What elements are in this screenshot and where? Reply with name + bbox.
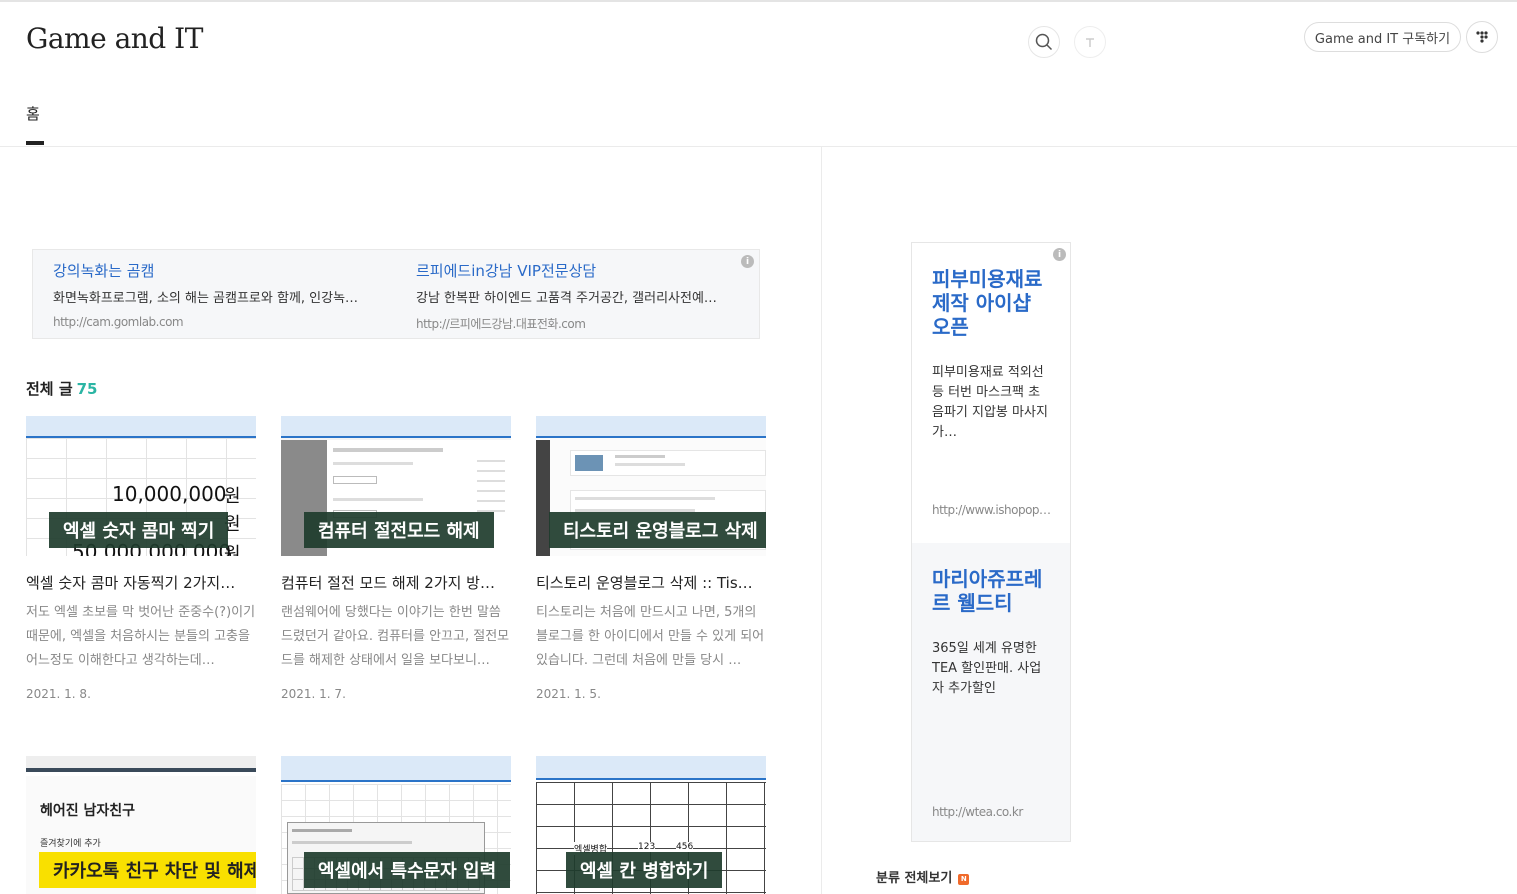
post-thumbnail[interactable]: 컴퓨터 절전모드 해제 <box>281 416 511 556</box>
post-summary[interactable]: 저도 엑셀 초보를 막 벗어난 준중수(?)이기 때문에, 엑셀을 처음하시는 … <box>26 601 256 673</box>
thumb-label: 카카오톡 친구 차단 및 해제 <box>39 852 256 888</box>
ad-title[interactable]: 르피에드in강남 VIP전문상담 <box>416 260 741 281</box>
thumb-sidebar-shape <box>536 440 550 556</box>
thumb-heading: 헤어진 남자친구 <box>40 803 136 819</box>
ad-desc[interactable]: 강남 한복판 하이엔드 고품격 주거공간, 갤러리사전예… <box>416 287 741 306</box>
thumb-header-band <box>536 416 766 438</box>
post-date: 2021. 1. 7. <box>281 687 346 701</box>
thumb-header-band <box>536 756 766 780</box>
ad-url[interactable]: http://르피에드강남.대표전화.com <box>416 315 741 332</box>
category-all-label[interactable]: 분류 전체보기 <box>876 871 952 886</box>
ad-banner: 강의녹화는 곰캠 화면녹화프로그램, 소의 해는 곰캠프로와 함께, 인강녹… … <box>32 249 760 339</box>
thumb-label: 엑셀 칸 병합하기 <box>566 852 723 888</box>
dots-grid-icon <box>1476 31 1488 43</box>
subscribe-button[interactable]: Game and IT 구독하기 <box>1304 22 1461 52</box>
thumb-label: 엑셀에서 특수문자 입력 <box>304 852 511 888</box>
post-title[interactable]: 컴퓨터 절전 모드 해제 2가지 방… <box>281 572 511 593</box>
search-button[interactable] <box>1028 26 1060 58</box>
thumb-label: 티스토리 운영블로그 삭제 <box>549 512 766 548</box>
side-ad-url[interactable]: http://www.ishopop… <box>932 503 1052 517</box>
side-ad-item[interactable]: 마리아쥬프레르 웰드티 365일 세계 유명한 TEA 할인판매. 사업자 추가… <box>912 567 1070 837</box>
section-title: 전체 글 75 <box>26 378 98 399</box>
header-divider <box>0 146 1517 147</box>
post-date: 2021. 1. 5. <box>536 687 601 701</box>
side-ad-item[interactable]: 피부미용재료 제작 아이샵 오픈 피부미용재료 적외선등 터번 마스크팩 초음파… <box>912 267 1070 543</box>
side-ad-desc[interactable]: 피부미용재료 적외선등 터번 마스크팩 초음파기 지압봉 마사지가… <box>932 363 1050 443</box>
search-icon <box>1035 33 1053 51</box>
post-card[interactable]: 컴퓨터 절전모드 해제 컴퓨터 절전 모드 해제 2가지 방… 랜섬웨어에 당했… <box>281 416 511 701</box>
top-border <box>0 0 1517 3</box>
post-thumbnail[interactable]: 티스토리 운영블로그 삭제 <box>536 416 766 556</box>
ad-item[interactable]: 강의녹화는 곰캠 화면녹화프로그램, 소의 해는 곰캠프로와 함께, 인강녹… … <box>53 260 393 329</box>
thumb-window-shape <box>570 450 766 476</box>
post-thumbnail[interactable]: 엑셀병합 123 456 엑셀 칸 병합하기 <box>536 756 766 894</box>
tistory-button[interactable] <box>1074 26 1106 58</box>
ad-item[interactable]: 르피에드in강남 VIP전문상담 강남 한복판 하이엔드 고품격 주거공간, 갤… <box>416 260 741 332</box>
thumb-value: 10,000,000 <box>112 482 227 506</box>
sidebar-ad: i 피부미용재료 제작 아이샵 오픈 피부미용재료 적외선등 터번 마스크팩 초… <box>911 242 1071 842</box>
post-thumbnail[interactable]: 10,000,000 원 원 50,000,000,000 원 엑셀 숫자 콤마… <box>26 416 256 556</box>
blog-title[interactable]: Game and IT <box>26 22 203 55</box>
post-date: 2021. 1. 8. <box>26 687 91 701</box>
ad-title[interactable]: 강의녹화는 곰캠 <box>53 260 393 281</box>
post-thumbnail[interactable]: 엑셀에서 특수문자 입력 <box>281 756 511 894</box>
side-ad-desc[interactable]: 365일 세계 유명한 TEA 할인판매. 사업자 추가할인 <box>932 639 1050 699</box>
nav-active-indicator <box>26 141 44 145</box>
ad-desc[interactable]: 화면녹화프로그램, 소의 해는 곰캠프로와 함께, 인강녹… <box>53 287 393 306</box>
post-title[interactable]: 엑셀 숫자 콤마 자동찍기 2가지… <box>26 572 256 593</box>
ad-url[interactable]: http://cam.gomlab.com <box>53 315 393 329</box>
thumb-header-band <box>26 756 256 772</box>
thumb-header-band <box>281 416 511 438</box>
side-ad-title[interactable]: 마리아쥬프레르 웰드티 <box>932 567 1050 615</box>
new-badge-icon: N <box>958 874 970 885</box>
post-card[interactable]: 헤어진 남자친구 즐겨찾기에 추가 카카오톡 친구 차단 및 해제 <box>26 756 256 894</box>
post-summary[interactable]: 티스토리는 처음에 만드시고 나면, 5개의 블로그를 한 아이디에서 만들 수… <box>536 601 766 673</box>
tistory-t-icon <box>1086 38 1094 47</box>
thumb-subtext: 즐겨찾기에 추가 <box>40 839 101 849</box>
ad-info-icon[interactable]: i <box>1053 248 1066 261</box>
thumb-label: 엑셀 숫자 콤마 찍기 <box>49 512 229 548</box>
post-card[interactable]: 엑셀에서 특수문자 입력 <box>281 756 511 894</box>
post-summary[interactable]: 랜섬웨어에 당했다는 이야기는 한번 말씀드렸던거 같아요. 컴퓨터를 안끄고,… <box>281 601 511 673</box>
category-all-link[interactable]: 분류 전체보기 N <box>876 867 970 886</box>
nav-home-tab[interactable]: 홈 <box>26 103 40 124</box>
side-ad-url[interactable]: http://wtea.co.kr <box>932 805 1052 819</box>
side-ad-title[interactable]: 피부미용재료 제작 아이샵 오픈 <box>932 267 1050 339</box>
thumb-cell: 123 <box>638 842 656 852</box>
thumb-header-band <box>281 756 511 782</box>
thumb-cell: 456 <box>676 842 694 852</box>
post-card[interactable]: 엑셀병합 123 456 엑셀 칸 병합하기 <box>536 756 766 894</box>
section-title-label: 전체 글 <box>26 380 73 398</box>
post-title[interactable]: 티스토리 운영블로그 삭제 :: Tis… <box>536 572 766 593</box>
post-thumbnail[interactable]: 헤어진 남자친구 즐겨찾기에 추가 카카오톡 친구 차단 및 해제 <box>26 756 256 894</box>
sidebar-divider <box>821 146 822 894</box>
ad-info-icon[interactable]: i <box>741 255 754 268</box>
post-card[interactable]: 10,000,000 원 원 50,000,000,000 원 엑셀 숫자 콤마… <box>26 416 256 701</box>
thumb-unit: 원 <box>224 486 241 507</box>
thumb-header-band <box>26 416 256 438</box>
thumb-label: 컴퓨터 절전모드 해제 <box>304 512 494 548</box>
more-menu-button[interactable] <box>1466 21 1498 53</box>
post-card[interactable]: 티스토리 운영블로그 삭제 티스토리 운영블로그 삭제 :: Tis… 티스토리… <box>536 416 766 701</box>
post-count: 75 <box>76 380 98 398</box>
